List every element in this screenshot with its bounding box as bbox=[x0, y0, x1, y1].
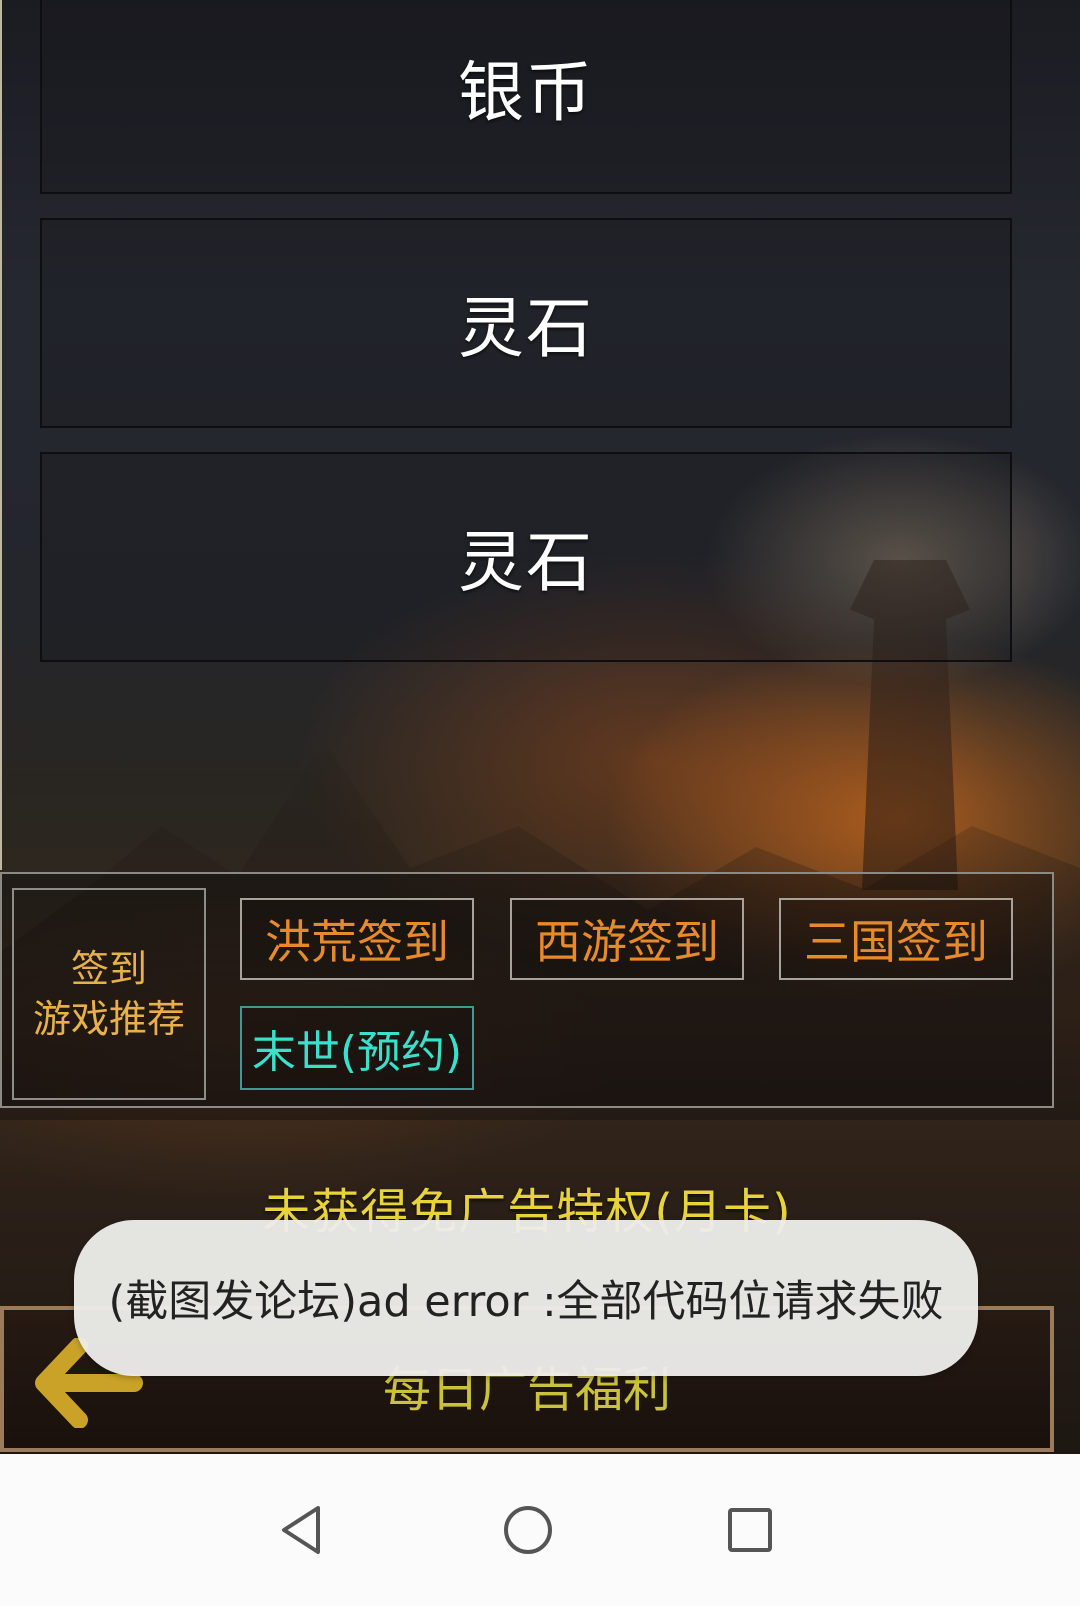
honghuang-signin-button[interactable]: 洪荒签到 bbox=[240, 898, 474, 980]
signin-panel-label: 签到 游戏推荐 bbox=[12, 888, 206, 1100]
signin-label-line1: 签到 bbox=[70, 947, 147, 991]
currency-item-label: 银币 bbox=[458, 54, 594, 131]
xiyou-signin-button[interactable]: 西游签到 bbox=[510, 898, 744, 980]
circle-home-icon[interactable] bbox=[478, 1480, 578, 1580]
moshi-reserve-button[interactable]: 末世(预约) bbox=[240, 1006, 474, 1090]
currency-item-spirit-stone-2[interactable]: 灵石 bbox=[40, 452, 1012, 662]
signin-label-line2: 游戏推荐 bbox=[32, 997, 185, 1041]
currency-item-silver[interactable]: 银币 bbox=[40, 0, 1012, 194]
toast-message: (截图发论坛)ad error :全部代码位请求失败 bbox=[108, 1277, 944, 1327]
signin-recommend-panel: 签到 游戏推荐 洪荒签到 西游签到 三国签到 末世(预约) bbox=[0, 872, 1054, 1108]
sanguo-signin-button[interactable]: 三国签到 bbox=[779, 898, 1013, 980]
currency-item-label: 灵石 bbox=[458, 524, 594, 601]
triangle-back-icon[interactable] bbox=[252, 1480, 352, 1580]
currency-item-label: 灵石 bbox=[458, 290, 594, 367]
currency-item-spirit-stone[interactable]: 灵石 bbox=[40, 218, 1012, 428]
square-recent-icon[interactable] bbox=[700, 1480, 800, 1580]
system-navigation-bar bbox=[0, 1454, 1080, 1606]
error-toast: (截图发论坛)ad error :全部代码位请求失败 bbox=[74, 1220, 978, 1376]
left-border bbox=[0, 0, 2, 870]
